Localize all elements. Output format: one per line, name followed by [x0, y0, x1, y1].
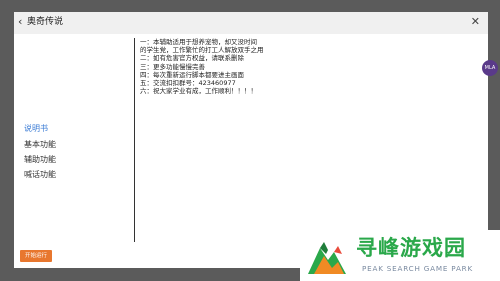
manual-line: 四：每次重新运行脚本都要进主画面	[140, 70, 244, 79]
sidebar-item-assist[interactable]: 辅助功能	[24, 154, 56, 165]
sidebar-item-shout[interactable]: 喊话功能	[24, 169, 56, 180]
watermark: 寻峰游戏园 PEAK SEARCH GAME PARK	[300, 230, 500, 281]
watermark-logo-icon	[308, 242, 346, 274]
manual-line: 五：交流扣扣群号：423460977	[140, 79, 236, 88]
manual-line: 二：如有危害官方权益，请联系删除	[140, 54, 244, 63]
close-icon[interactable]: ✕	[471, 15, 480, 29]
manual-line: 六：祝大家学业有成，工作顺利！！！！	[140, 87, 257, 96]
start-button[interactable]: 开始运行	[20, 250, 53, 262]
sidebar-item-basic[interactable]: 基本功能	[24, 139, 56, 150]
sidebar-item-manual[interactable]: 说明书	[24, 123, 48, 134]
divider	[134, 38, 135, 242]
watermark-title: 寻峰游戏园	[356, 236, 466, 260]
floating-button[interactable]: MLA	[482, 60, 498, 76]
sidebar: 说明书 基本功能 辅助功能 喊话功能	[14, 34, 134, 244]
manual-line: 一：本辅助适用于想养宠物，却又没时间	[140, 38, 257, 46]
dialog-title: 奥奇传说	[27, 17, 64, 27]
back-icon[interactable]: ‹	[18, 15, 22, 29]
title-bar: ‹ 奥奇传说 ✕	[14, 12, 488, 34]
manual-line: 三：更多功能慢慢完善	[140, 62, 205, 71]
watermark-subtitle: PEAK SEARCH GAME PARK	[362, 264, 473, 273]
manual-text: 一：本辅助适用于想养宠物，却又没时间 的学生党，工作繁忙的打工人解放双手之用 二…	[140, 38, 370, 95]
